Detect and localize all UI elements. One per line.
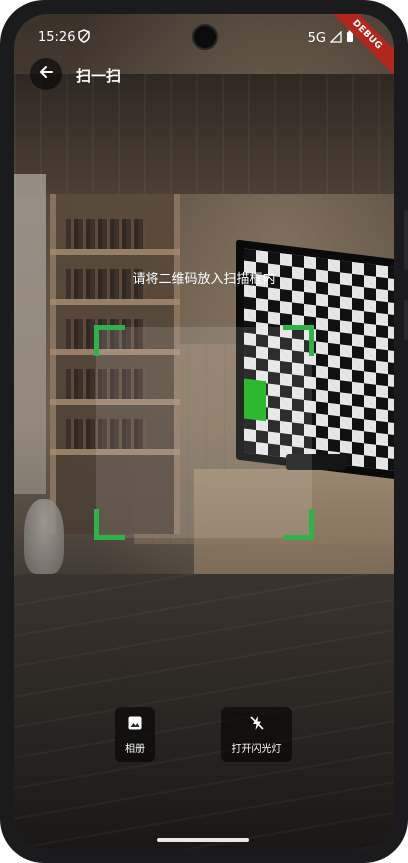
back-button[interactable] (30, 58, 62, 90)
status-indicators: 5G (307, 29, 354, 47)
phone-frame: 15:26 5G DEBUG 扫一扫 请将二维码放入扫描框内 相册 打开闪光灯 (0, 0, 408, 863)
front-camera (192, 24, 218, 50)
home-indicator[interactable] (157, 838, 249, 842)
app-bar: 扫一扫 (14, 58, 394, 94)
scan-corner-bottom-right (283, 509, 314, 540)
scan-corner-top-left (94, 325, 125, 356)
image-icon (127, 715, 143, 734)
power-button (404, 300, 408, 340)
volume-button (404, 210, 408, 270)
scan-corner-bottom-left (94, 509, 125, 540)
arrow-left-icon (38, 64, 54, 84)
flash-off-icon (249, 715, 265, 734)
scan-frame (94, 325, 314, 540)
album-button[interactable]: 相册 (115, 707, 155, 762)
shelf-board (50, 299, 180, 305)
network-label: 5G (307, 31, 326, 46)
shield-icon (78, 29, 90, 47)
scan-corner-top-right (283, 325, 314, 356)
status-time: 15:26 (38, 30, 76, 45)
signal-icon (329, 29, 342, 47)
shelf-board (50, 249, 180, 255)
flash-label: 打开闪光灯 (231, 743, 282, 755)
window (14, 174, 46, 494)
scan-hint: 请将二维码放入扫描框内 (132, 272, 276, 287)
status-bar: 15:26 5G (14, 14, 394, 58)
flashlight-button[interactable]: 打开闪光灯 (221, 707, 292, 762)
camera-preview: 15:26 5G DEBUG 扫一扫 请将二维码放入扫描框内 相册 打开闪光灯 (14, 14, 394, 849)
books (66, 219, 146, 249)
floor (14, 574, 394, 849)
album-label: 相册 (125, 743, 145, 755)
page-title: 扫一扫 (76, 67, 122, 85)
cat (24, 499, 64, 574)
